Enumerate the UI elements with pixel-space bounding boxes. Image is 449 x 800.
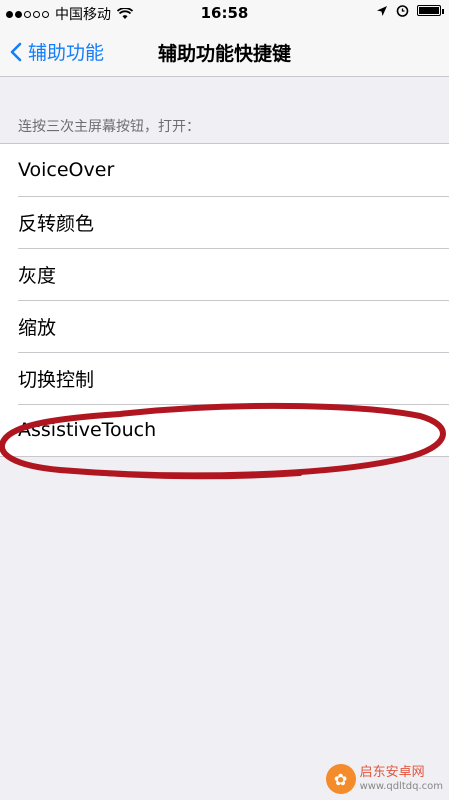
- status-right: [376, 4, 444, 17]
- list-item-assistivetouch[interactable]: AssistiveTouch: [0, 404, 449, 456]
- list-item-label: 反转颜色: [18, 212, 95, 235]
- list-item-invert-colors[interactable]: 反转颜色: [0, 196, 449, 248]
- navigation-bar: 辅助功能 辅助功能快捷键: [0, 26, 449, 77]
- list-item-grayscale[interactable]: 灰度: [0, 248, 449, 300]
- page-title: 辅助功能快捷键: [157, 43, 291, 65]
- list-item-label: 切换控制: [18, 368, 95, 391]
- location-arrow-icon: [377, 5, 387, 16]
- list-item-voiceover[interactable]: VoiceOver: [0, 144, 449, 196]
- list-item-label: 灰度: [18, 264, 57, 287]
- alarm-clock-icon: [396, 5, 409, 17]
- section-header: 连按三次主屏幕按钮，打开：: [18, 119, 200, 135]
- list-item-label: AssistiveTouch: [18, 419, 157, 441]
- list-item-switch-control[interactable]: 切换控制: [0, 352, 449, 404]
- watermark-text: 启东安卓网: [359, 765, 425, 781]
- battery-icon: [417, 5, 444, 16]
- watermark-logo-icon: ✿: [325, 764, 356, 794]
- watermark-url: www.qdltdq.com: [359, 780, 443, 792]
- list-item-label: 缩放: [18, 316, 57, 339]
- list-item-label: VoiceOver: [18, 159, 115, 181]
- watermark: ✿ 启东安卓网 www.qdltdq.com: [325, 764, 443, 794]
- status-bar: 中国移动 16:58: [0, 0, 449, 26]
- shortcut-options-list: VoiceOver 反转颜色 灰度 缩放 切换控制 AssistiveTouch: [0, 143, 449, 457]
- list-item-zoom[interactable]: 缩放: [0, 300, 449, 352]
